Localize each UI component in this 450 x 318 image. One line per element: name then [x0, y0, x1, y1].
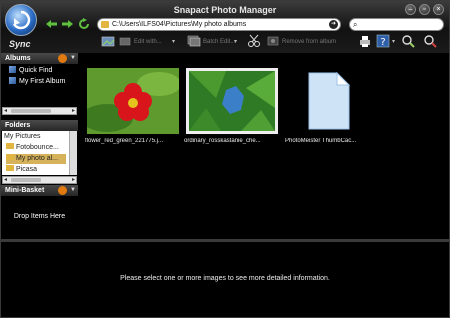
window-title: Snapact Photo Manager: [173, 5, 277, 15]
albums-dropdown-icon[interactable]: ▼: [70, 53, 76, 64]
folder-item-my-pictures[interactable]: My Pictures: [4, 132, 41, 142]
green-leaves-thumbnail[interactable]: [186, 68, 278, 134]
folders-tree[interactable]: My Pictures Fotobounce... My photo al...…: [2, 131, 77, 175]
thumbnail-grid[interactable]: flower_red_green_221775.j... ordinary_ro…: [78, 53, 449, 239]
album-icon: [9, 66, 16, 73]
album-item-label: Quick Find: [19, 67, 53, 74]
info-panel: Please select one or more images to see …: [1, 242, 449, 317]
folder-item-label: Fotobounce...: [16, 144, 59, 151]
albums-options-gear-icon[interactable]: [58, 54, 67, 63]
close-icon[interactable]: ×: [433, 4, 444, 15]
mini-basket-panel-header[interactable]: Mini-Basket ▼: [1, 185, 78, 196]
album-item-label: My First Album: [19, 78, 66, 85]
help-icon[interactable]: ?: [376, 34, 390, 48]
mini-basket-drop-zone[interactable]: Drop Items Here: [1, 213, 78, 220]
albums-panel-header[interactable]: Albums ▼: [1, 53, 78, 64]
address-path: C:\Users\ILFS04\Pictures\My photo albums: [112, 21, 247, 28]
address-bar[interactable]: C:\Users\ILFS04\Pictures\My photo albums…: [97, 18, 341, 31]
document-file-icon[interactable]: [307, 71, 351, 131]
album-item-my-first-album[interactable]: My First Album: [9, 77, 65, 87]
albums-horizontal-scrollbar[interactable]: ◂ ▸: [2, 107, 77, 115]
mini-basket-header-label: Mini-Basket: [5, 187, 45, 194]
folder-item-label: My Pictures: [4, 133, 41, 140]
mini-basket-options-gear-icon[interactable]: [58, 186, 67, 195]
minimize-icon[interactable]: –: [405, 4, 416, 15]
refresh-icon[interactable]: [78, 18, 90, 30]
folders-horizontal-scrollbar[interactable]: ◂ ▸: [2, 176, 77, 184]
mini-basket-dropdown-icon[interactable]: ▼: [70, 185, 76, 196]
folder-item-label: Picasa: [16, 166, 38, 173]
maximize-icon[interactable]: ▫: [419, 4, 430, 15]
zoom-in-icon[interactable]: [401, 34, 415, 48]
folder-item-fotobounce[interactable]: Fotobounce...: [6, 143, 59, 153]
help-dropdown-icon[interactable]: ▾: [392, 37, 395, 47]
forward-arrow-icon[interactable]: [61, 19, 74, 29]
folder-icon: [6, 165, 14, 171]
album-icon: [9, 77, 16, 84]
sync-label[interactable]: Sync: [9, 39, 31, 49]
title-bar: Sync Snapact Photo Manager – ▫ × C:\User…: [1, 1, 449, 53]
scrollbar-thumb[interactable]: [11, 178, 41, 182]
edit-with-icon[interactable]: [119, 34, 131, 48]
batch-edit-button[interactable]: Batch Edit...: [203, 37, 235, 47]
thumbnail-label: PhotoMeister ThumbCac...: [285, 138, 357, 144]
folder-item-label: My photo al...: [16, 155, 59, 162]
scroll-right-icon[interactable]: ▸: [72, 107, 75, 114]
go-arrow-icon[interactable]: ➜: [329, 20, 338, 29]
folder-icon: [101, 21, 109, 28]
remove-from-album-icon[interactable]: [266, 34, 280, 48]
batch-edit-dropdown-icon[interactable]: ▾: [234, 37, 237, 47]
svg-text:?: ?: [380, 37, 385, 48]
scrollbar-thumb[interactable]: [11, 109, 51, 113]
thumbnail-label: ordinary_rosskastanie_che...: [184, 138, 261, 144]
folders-vertical-scrollbar[interactable]: [69, 131, 77, 175]
back-arrow-icon[interactable]: [45, 19, 58, 29]
thumbnail-label: flower_red_green_221775.j...: [85, 138, 164, 144]
folder-item-picasa[interactable]: Picasa: [6, 165, 37, 175]
edit-with-dropdown-icon[interactable]: ▾: [172, 37, 175, 47]
remove-from-album-button[interactable]: Remove from album: [282, 37, 336, 47]
search-icon: ⌕: [353, 20, 358, 29]
search-input[interactable]: ⌕: [349, 18, 444, 31]
sidebar: Albums ▼ Quick Find My First Album ◂ ▸ F…: [1, 53, 78, 239]
scissors-icon[interactable]: [247, 34, 261, 48]
folder-item-my-photo-albums[interactable]: My photo al...: [6, 154, 66, 164]
folders-header-label: Folders: [5, 122, 31, 129]
app-window: Sync Snapact Photo Manager – ▫ × C:\User…: [0, 0, 450, 318]
info-message: Please select one or more images to see …: [120, 275, 330, 282]
scroll-right-icon[interactable]: ▸: [72, 176, 75, 183]
folders-panel-header[interactable]: Folders: [1, 120, 78, 131]
print-icon[interactable]: [358, 34, 372, 48]
red-flower-thumbnail[interactable]: [87, 68, 179, 134]
image-tool-icon[interactable]: [101, 34, 115, 48]
edit-with-button[interactable]: Edit with...: [134, 37, 162, 47]
scroll-left-icon[interactable]: ◂: [4, 107, 7, 114]
album-item-quick-find[interactable]: Quick Find: [9, 66, 52, 76]
batch-edit-icon[interactable]: [187, 34, 201, 48]
albums-header-label: Albums: [5, 55, 31, 62]
scroll-left-icon[interactable]: ◂: [4, 176, 7, 183]
zoom-out-icon[interactable]: [423, 34, 437, 48]
folder-icon: [6, 154, 14, 160]
folder-icon: [6, 143, 14, 149]
